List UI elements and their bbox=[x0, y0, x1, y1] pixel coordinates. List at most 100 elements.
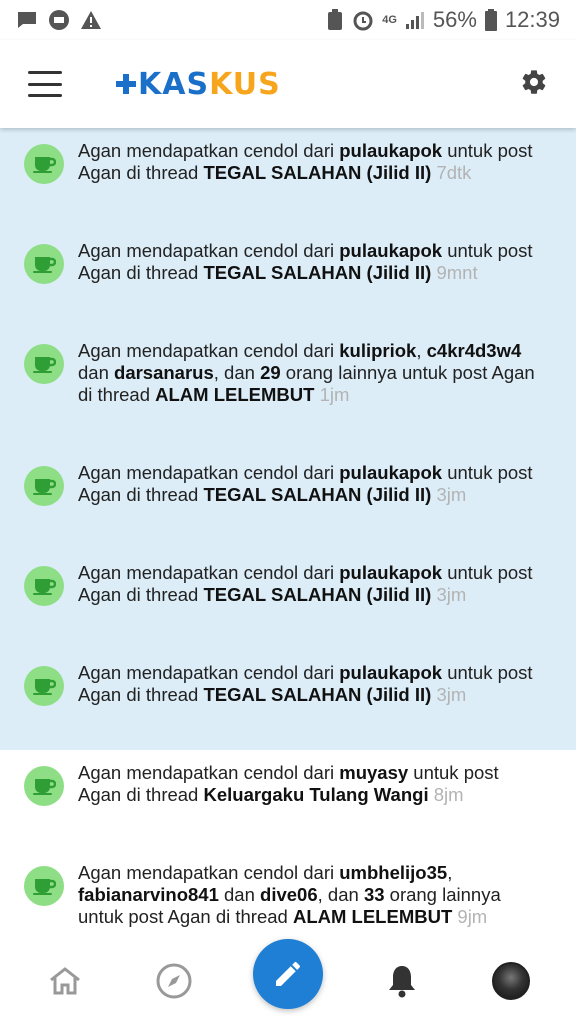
notification-text: Agan mendapatkan cendol dari umbhelijo35… bbox=[78, 862, 501, 928]
timestamp: 9mnt bbox=[436, 262, 478, 283]
bold-text: 29 bbox=[260, 362, 281, 383]
notification-text: Agan mendapatkan cendol dari pulaukapok … bbox=[78, 240, 533, 284]
notification-line: Agan mendapatkan cendol dari muyasy untu… bbox=[78, 762, 499, 783]
logo-plus-icon bbox=[116, 74, 136, 94]
timestamp: 1jm bbox=[319, 384, 350, 405]
notification-item[interactable]: Agan mendapatkan cendol dari pulaukapok … bbox=[0, 128, 576, 228]
notification-line: Agan mendapatkan cendol dari pulaukapok … bbox=[78, 240, 533, 261]
timestamp: 8jm bbox=[433, 784, 464, 805]
bold-text: kulipriok bbox=[339, 340, 417, 361]
network-type: 4G bbox=[382, 14, 397, 26]
notification-line: untuk post Agan di thread ALAM LELEMBUT … bbox=[78, 906, 488, 927]
bottom-nav bbox=[0, 938, 576, 1024]
notification-list: Agan mendapatkan cendol dari pulaukapok … bbox=[0, 128, 576, 938]
bold-text: 33 bbox=[363, 884, 385, 905]
pencil-icon bbox=[275, 961, 300, 986]
cendol-icon bbox=[24, 666, 64, 706]
bold-text: TEGAL SALAHAN (Jilid II) bbox=[203, 262, 432, 283]
notification-text: Agan mendapatkan cendol dari pulaukapok … bbox=[78, 662, 533, 706]
notification-line: Agan mendapatkan cendol dari pulaukapok … bbox=[78, 562, 533, 583]
gear-icon[interactable] bbox=[520, 68, 548, 101]
bold-text: TEGAL SALAHAN (Jilid II) bbox=[203, 684, 432, 705]
notification-line: Agan di thread TEGAL SALAHAN (Jilid II) … bbox=[78, 584, 467, 605]
bold-text: pulaukapok bbox=[339, 462, 443, 483]
battery-percent: 56% bbox=[432, 7, 477, 32]
nav-explore-button[interactable] bbox=[144, 951, 204, 1011]
status-bar: 4G 56% 12:39 bbox=[0, 0, 576, 40]
cendol-icon bbox=[24, 144, 64, 184]
bold-text: TEGAL SALAHAN (Jilid II) bbox=[203, 484, 432, 505]
timestamp: 3jm bbox=[436, 484, 467, 505]
bold-text: ALAM LELEMBUT bbox=[155, 384, 315, 405]
notification-line: di thread ALAM LELEMBUT 1jm bbox=[78, 384, 350, 405]
logo-text-kus: KUS bbox=[209, 66, 281, 102]
notification-line: Agan mendapatkan cendol dari pulaukapok … bbox=[78, 462, 533, 483]
nav-home-button[interactable] bbox=[35, 951, 95, 1011]
notification-item[interactable]: Agan mendapatkan cendol dari pulaukapok … bbox=[0, 228, 576, 328]
nav-notifications-button[interactable] bbox=[372, 951, 432, 1011]
cendol-icon bbox=[24, 466, 64, 506]
bell-icon bbox=[389, 966, 416, 998]
recycle-icon bbox=[328, 9, 343, 30]
cendol-icon bbox=[24, 244, 64, 284]
notification-item[interactable]: Agan mendapatkan cendol dari pulaukapok … bbox=[0, 450, 576, 550]
bold-text: fabianarvino841 bbox=[78, 884, 219, 905]
bold-text: pulaukapok bbox=[339, 562, 443, 583]
chat-icon bbox=[49, 10, 69, 30]
create-post-button[interactable] bbox=[252, 939, 323, 1009]
compass-icon bbox=[156, 963, 192, 999]
warning-icon bbox=[81, 11, 101, 29]
cendol-icon bbox=[24, 766, 64, 806]
message-icon bbox=[18, 12, 36, 28]
notification-item[interactable]: Agan mendapatkan cendol dari umbhelijo35… bbox=[0, 850, 576, 938]
notification-line: Agan mendapatkan cendol dari kulipriok, … bbox=[78, 340, 522, 361]
signal-icon bbox=[405, 12, 424, 29]
bold-text: c4kr4d3w4 bbox=[426, 340, 522, 361]
notification-line: Agan di thread TEGAL SALAHAN (Jilid II) … bbox=[78, 484, 467, 505]
notification-line: dan darsanarus, dan 29 orang lainnya unt… bbox=[78, 362, 535, 383]
bold-text: ALAM LELEMBUT bbox=[292, 906, 453, 927]
notification-line: Agan di thread TEGAL SALAHAN (Jilid II) … bbox=[78, 684, 467, 705]
timestamp: 3jm bbox=[436, 584, 467, 605]
bold-text: darsanarus bbox=[114, 362, 214, 383]
notification-text: Agan mendapatkan cendol dari pulaukapok … bbox=[78, 140, 533, 184]
notification-text: Agan mendapatkan cendol dari pulaukapok … bbox=[78, 462, 533, 506]
bold-text: pulaukapok bbox=[339, 240, 443, 261]
notification-text: Agan mendapatkan cendol dari kulipriok, … bbox=[78, 340, 535, 406]
timestamp: 3jm bbox=[436, 684, 467, 705]
cendol-icon bbox=[24, 566, 64, 606]
notification-item[interactable]: Agan mendapatkan cendol dari muyasy untu… bbox=[0, 750, 576, 850]
bold-text: pulaukapok bbox=[339, 140, 443, 161]
notification-text: Agan mendapatkan cendol dari muyasy untu… bbox=[78, 762, 499, 806]
notification-item[interactable]: Agan mendapatkan cendol dari pulaukapok … bbox=[0, 650, 576, 750]
notification-text: Agan mendapatkan cendol dari pulaukapok … bbox=[78, 562, 533, 606]
notification-line: Agan mendapatkan cendol dari pulaukapok … bbox=[78, 140, 533, 161]
bold-text: TEGAL SALAHAN (Jilid II) bbox=[203, 162, 432, 183]
bold-text: TEGAL SALAHAN (Jilid II) bbox=[203, 584, 432, 605]
notification-line: Agan mendapatkan cendol dari pulaukapok … bbox=[78, 662, 533, 683]
logo-text-kas: KAS bbox=[138, 66, 210, 102]
notification-line: fabianarvino841 dan dive06, dan 33 orang… bbox=[78, 884, 501, 905]
menu-icon[interactable] bbox=[28, 71, 62, 97]
notification-item[interactable]: Agan mendapatkan cendol dari pulaukapok … bbox=[0, 550, 576, 650]
clock: 12:39 bbox=[504, 7, 560, 32]
bold-text: pulaukapok bbox=[339, 662, 443, 683]
battery-icon bbox=[484, 9, 497, 31]
alarm-icon bbox=[353, 11, 373, 31]
bold-text: muyasy bbox=[339, 762, 409, 783]
notification-line: Agan di thread Keluargaku Tulang Wangi 8… bbox=[78, 784, 464, 805]
bold-text: umbhelijo35 bbox=[339, 862, 448, 883]
timestamp: 9jm bbox=[457, 906, 488, 927]
bold-text: dive06 bbox=[260, 884, 318, 905]
notification-line: Agan mendapatkan cendol dari umbhelijo35… bbox=[78, 862, 453, 883]
cendol-icon bbox=[24, 866, 64, 906]
notification-line: Agan di thread TEGAL SALAHAN (Jilid II) … bbox=[78, 262, 478, 283]
kaskus-logo[interactable]: KAS KUS bbox=[116, 67, 281, 102]
home-icon bbox=[49, 967, 80, 995]
notification-line: Agan di thread TEGAL SALAHAN (Jilid II) … bbox=[78, 162, 472, 183]
nav-profile-button[interactable] bbox=[481, 951, 541, 1011]
cendol-icon bbox=[24, 344, 64, 384]
notification-item[interactable]: Agan mendapatkan cendol dari kulipriok, … bbox=[0, 328, 576, 450]
timestamp: 7dtk bbox=[436, 162, 472, 183]
bold-text: Keluargaku Tulang Wangi bbox=[203, 784, 429, 805]
